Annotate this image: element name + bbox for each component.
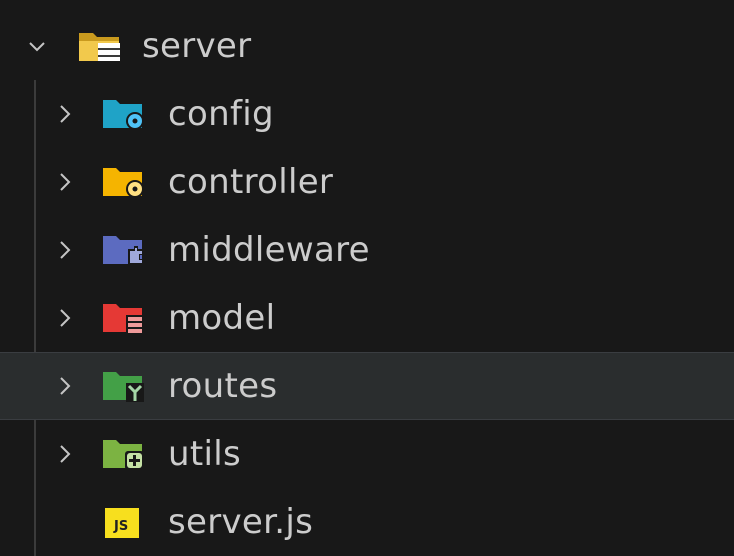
tree-item-utils-folder[interactable]: utils [0,420,734,488]
folder-utils-icon [102,437,144,471]
folder-open-server-icon [78,29,120,63]
tree-item-label: routes [168,366,278,406]
tree-item-label: middleware [168,230,370,270]
folder-config-icon [102,97,144,131]
chevron-right-icon[interactable] [54,443,76,465]
tree-item-model-folder[interactable]: model [0,284,734,352]
chevron-right-icon[interactable] [54,103,76,125]
tree-item-server-js-file[interactable]: JS server.js [0,488,734,556]
tree-item-label: model [168,298,276,338]
folder-middleware-icon [102,233,144,267]
chevron-right-icon[interactable] [54,171,76,193]
tree-item-server-folder[interactable]: server [0,12,734,80]
javascript-file-icon: JS [104,507,140,539]
javascript-file-badge: JS [114,519,129,534]
tree-item-label: utils [168,434,241,474]
chevron-down-icon[interactable] [26,35,48,57]
chevron-right-icon[interactable] [54,307,76,329]
folder-model-icon [102,301,144,335]
folder-routes-icon [102,369,144,403]
tree-item-controller-folder[interactable]: controller [0,148,734,216]
tree-item-middleware-folder[interactable]: middleware [0,216,734,284]
tree-item-label: server [142,26,252,66]
folder-controller-icon [102,165,144,199]
tree-item-label: config [168,94,274,134]
tree-item-config-folder[interactable]: config [0,80,734,148]
tree-item-routes-folder[interactable]: routes [0,352,734,420]
tree-item-label: controller [168,162,334,202]
file-explorer: server config controller middleware mode… [0,0,734,556]
tree-item-label: server.js [168,502,314,542]
chevron-right-icon[interactable] [54,239,76,261]
chevron-right-icon[interactable] [54,375,76,397]
